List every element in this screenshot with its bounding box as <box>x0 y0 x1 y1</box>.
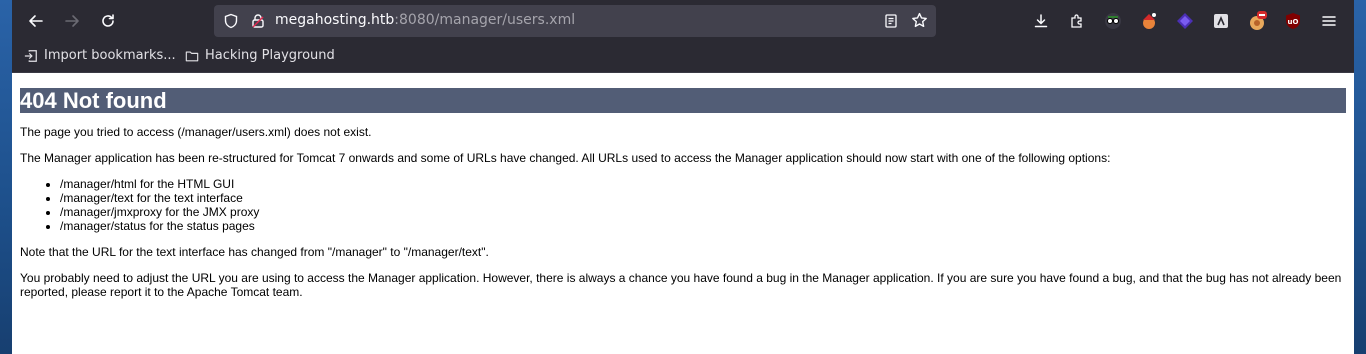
downloads-button[interactable] <box>1030 10 1052 32</box>
desktop-background-left <box>0 0 12 354</box>
bookmark-folder-hacking-playground[interactable]: Hacking Playground <box>185 48 335 63</box>
navigation-toolbar: megahosting.htb:8080/manager/users.xml u… <box>12 0 1354 42</box>
forward-button[interactable] <box>56 5 88 37</box>
url-host: megahosting.htb <box>275 12 395 28</box>
bookmark-import[interactable]: Import bookmarks... <box>24 48 176 63</box>
extension-button[interactable] <box>1210 10 1232 32</box>
page-title: 404 Not found <box>20 88 1346 113</box>
intro-text: The page you tried to access (/manager/u… <box>20 125 372 139</box>
menu-icon <box>1322 16 1336 26</box>
extension-button[interactable] <box>1102 10 1124 32</box>
bookmarks-toolbar: Import bookmarks... Hacking Playground <box>12 42 1354 73</box>
reader-view-icon[interactable] <box>883 13 899 29</box>
extensions-button[interactable] <box>1066 10 1088 32</box>
bookmark-label: Hacking Playground <box>205 48 335 63</box>
list-item: /manager/html for the HTML GUI <box>60 177 1346 191</box>
folder-icon <box>185 50 199 61</box>
shield-icon[interactable] <box>223 13 239 29</box>
reload-icon <box>102 14 114 27</box>
forward-arrow-icon <box>65 15 79 27</box>
svg-text:uO: uO <box>1288 18 1299 26</box>
url-text[interactable]: megahosting.htb:8080/manager/users.xml <box>275 12 575 28</box>
list-item: /manager/jmxproxy for the JMX proxy <box>60 205 1346 219</box>
back-button[interactable] <box>20 5 52 37</box>
download-icon <box>1034 14 1048 28</box>
note-text: Note that the URL for the text interface… <box>20 245 489 259</box>
app-menu-button[interactable] <box>1318 10 1340 32</box>
list-item: /manager/text for the text interface <box>60 191 1346 205</box>
url-bar[interactable]: megahosting.htb:8080/manager/users.xml <box>214 5 936 37</box>
extension-icon <box>1105 13 1121 29</box>
page-content: 404 Not found The page you tried to acce… <box>12 73 1354 299</box>
restructured-text: The Manager application has been re-stru… <box>20 151 1111 165</box>
extension-button[interactable] <box>1246 10 1268 32</box>
desktop-background-right <box>1354 0 1366 354</box>
extension-button[interactable] <box>1174 10 1196 32</box>
lock-icon[interactable] <box>250 13 266 29</box>
ublock-button[interactable]: uO <box>1282 10 1304 32</box>
extensions-icon <box>1071 14 1082 28</box>
extension-icon <box>1143 13 1156 29</box>
back-arrow-icon <box>29 15 43 27</box>
bookmark-label: Import bookmarks... <box>44 48 176 63</box>
extension-icon <box>1214 14 1228 28</box>
url-options-list: /manager/html for the HTML GUI /manager/… <box>20 177 1346 233</box>
extension-icon: uO <box>1286 13 1300 29</box>
extension-icon <box>1177 13 1193 29</box>
extension-icon <box>1250 11 1267 30</box>
url-path: :8080/manager/users.xml <box>394 12 576 28</box>
extension-button[interactable] <box>1138 10 1160 32</box>
reload-button[interactable] <box>92 5 124 37</box>
list-item: /manager/status for the status pages <box>60 219 1346 233</box>
browser-window: megahosting.htb:8080/manager/users.xml u… <box>12 0 1354 354</box>
adjust-text: You probably need to adjust the URL you … <box>20 271 1342 299</box>
import-icon <box>24 49 37 62</box>
bookmark-star-icon[interactable] <box>911 12 928 29</box>
